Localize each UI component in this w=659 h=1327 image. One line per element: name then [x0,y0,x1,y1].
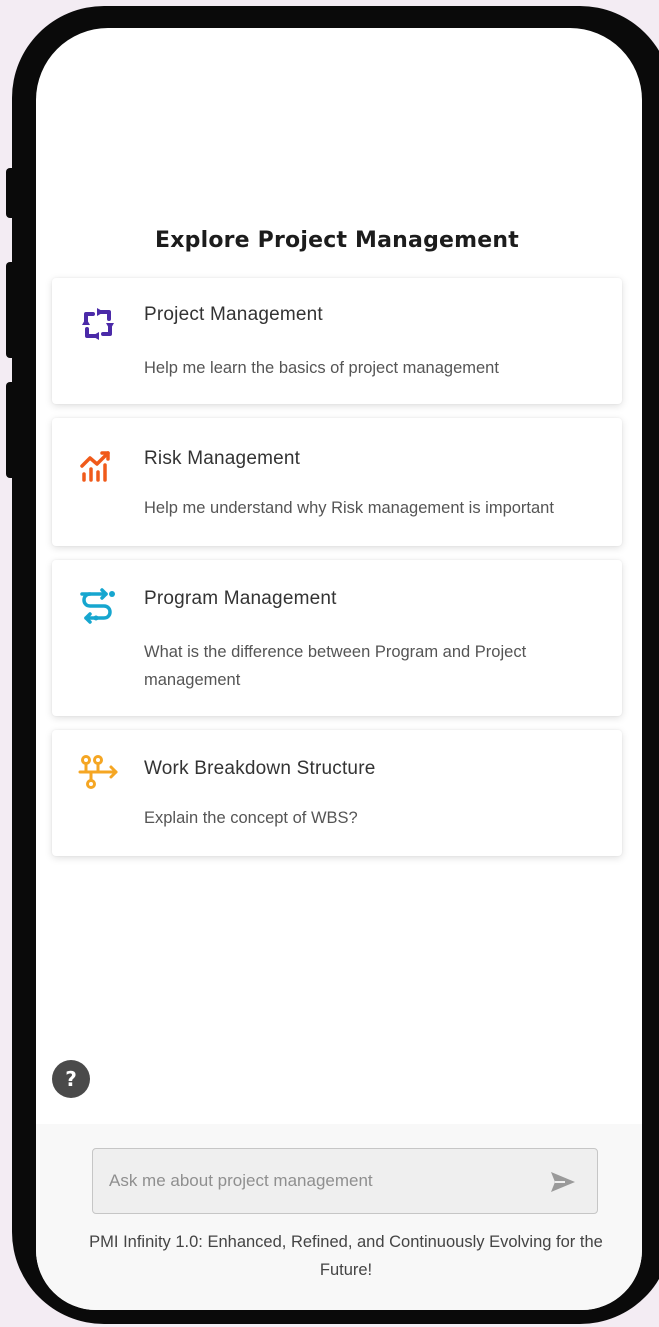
page-title: Explore Project Management [155,228,519,253]
page-stage: Explore Project Management Project Manag… [0,0,659,1327]
card-title: Project Management [144,304,323,325]
refresh-cycle-icon [76,302,120,346]
card-title: Program Management [144,588,337,609]
send-button[interactable] [549,1169,577,1195]
hierarchy-flow-icon [76,750,120,794]
chat-composer: PMI Infinity 1.0: Enhanced, Refined, and… [36,1124,642,1310]
prompt-card-project-management[interactable]: Project Management Help me learn the bas… [52,278,622,404]
help-button[interactable]: ? [52,1060,90,1098]
phone-screen: Explore Project Management Project Manag… [36,28,642,1310]
card-description: Explain the concept of WBS? [144,809,358,827]
card-description: Help me learn the basics of project mana… [144,359,499,377]
card-title: Work Breakdown Structure [144,758,376,779]
prompt-card-program-management[interactable]: Program Management What is the differenc… [52,560,622,716]
footer-note: PMI Infinity 1.0: Enhanced, Refined, and… [89,1233,603,1279]
chat-input[interactable] [109,1149,529,1213]
card-title: Risk Management [144,448,301,469]
chart-trend-icon [76,444,120,488]
chat-input-box [92,1148,598,1214]
card-description: Help me understand why Risk management i… [144,499,554,517]
card-description: What is the difference between Program a… [144,643,527,689]
send-icon [551,1172,575,1192]
route-icon [76,584,120,628]
prompt-card-risk-management[interactable]: Risk Management Help me understand why R… [52,418,622,546]
prompt-card-wbs[interactable]: Work Breakdown Structure Explain the con… [52,730,622,856]
